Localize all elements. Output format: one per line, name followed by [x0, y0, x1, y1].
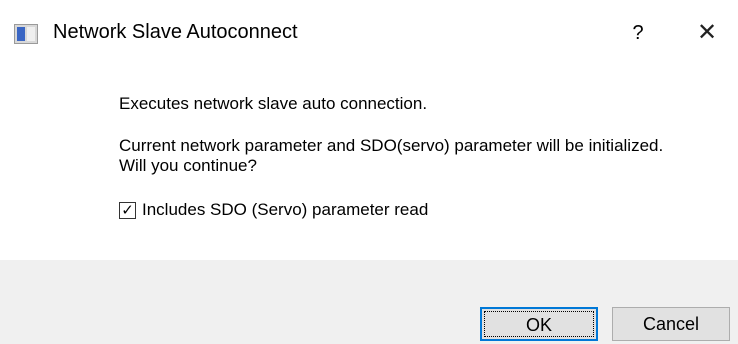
- window-title: Network Slave Autoconnect: [53, 21, 298, 43]
- ok-button[interactable]: OK: [480, 307, 598, 341]
- focus-rect: [484, 311, 594, 337]
- sdo-read-option[interactable]: ✓ Includes SDO (Servo) parameter read: [119, 200, 719, 220]
- cancel-button[interactable]: Cancel: [612, 307, 730, 341]
- dialog-content: Executes network slave auto connection. …: [119, 94, 719, 220]
- dialog-window: Network Slave Autoconnect ? ✕ Executes n…: [0, 0, 738, 344]
- info-message: Executes network slave auto connection.: [119, 94, 428, 113]
- warning-message: Current network parameter and SDO(servo)…: [119, 136, 719, 176]
- title-bar: Network Slave Autoconnect ? ✕: [0, 0, 738, 64]
- close-icon[interactable]: ✕: [689, 18, 725, 48]
- app-icon: [14, 24, 38, 44]
- help-button[interactable]: ?: [620, 18, 656, 48]
- sdo-read-label[interactable]: Includes SDO (Servo) parameter read: [142, 200, 428, 220]
- sdo-read-checkbox[interactable]: ✓: [119, 201, 136, 219]
- warning-line: Current network parameter and SDO(servo)…: [119, 136, 664, 155]
- confirm-question: Will you continue?: [119, 156, 257, 175]
- button-bar: OK Cancel: [0, 260, 738, 344]
